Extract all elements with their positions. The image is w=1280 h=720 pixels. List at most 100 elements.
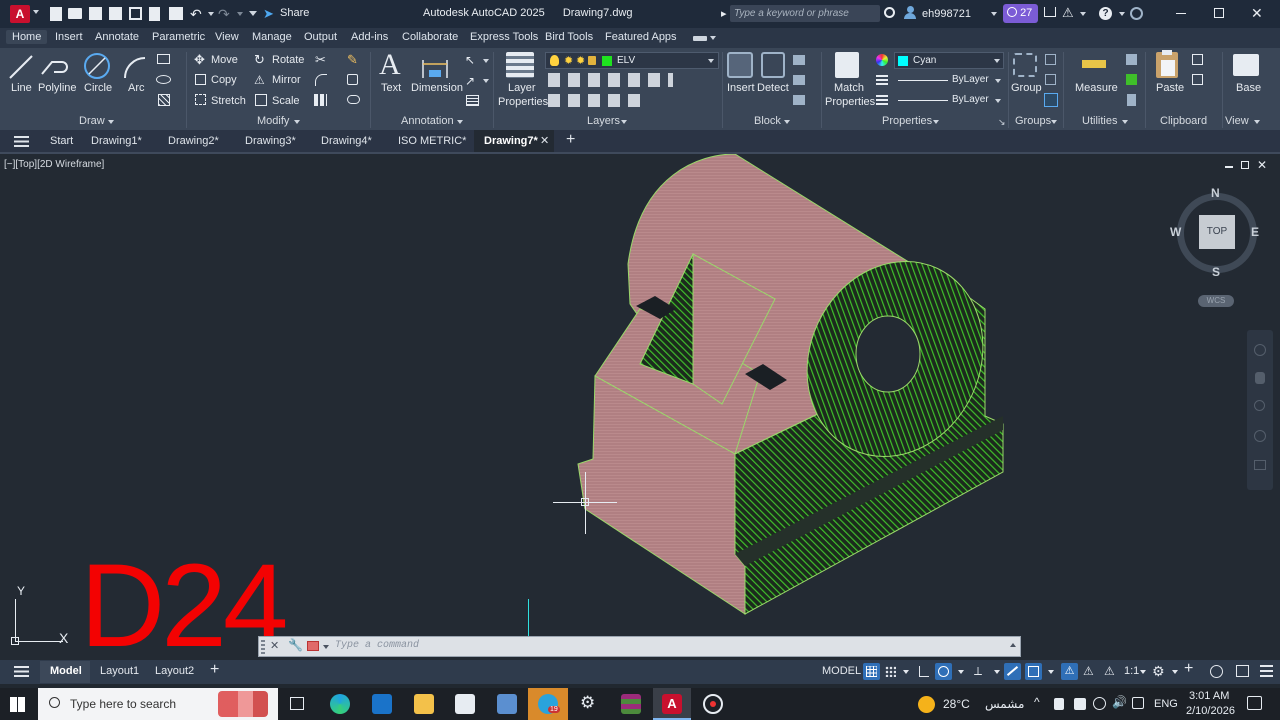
minimize-icon[interactable] xyxy=(1176,13,1186,14)
copy-icon[interactable] xyxy=(195,74,206,85)
volume-icon[interactable]: 🔊 xyxy=(1112,695,1127,709)
clipboard-panel-title[interactable]: Clipboard xyxy=(1160,115,1207,127)
user-icon[interactable] xyxy=(904,6,916,20)
groups-panel-title[interactable]: Groups xyxy=(1015,115,1051,127)
undo-dropdown-icon[interactable] xyxy=(208,12,214,16)
group-edit-icon[interactable] xyxy=(1045,74,1056,85)
grid-icon[interactable] xyxy=(863,663,880,680)
close-icon[interactable]: ✕ xyxy=(1251,5,1263,22)
tab-close-icon[interactable]: ✕ xyxy=(540,134,549,147)
taskbar-search-box[interactable]: Type here to search xyxy=(38,688,278,720)
command-grip-icon[interactable] xyxy=(261,640,265,654)
tab-layout1[interactable]: Layout1 xyxy=(100,665,139,677)
ungroup-icon[interactable] xyxy=(1045,54,1056,65)
stretch-button[interactable]: Stretch xyxy=(211,95,246,107)
orbit-icon[interactable] xyxy=(1254,430,1266,442)
layer-dropdown[interactable]: ✹ ✹ ELV xyxy=(545,52,719,69)
tab-model[interactable]: Model xyxy=(50,665,82,677)
circle-button[interactable]: Circle xyxy=(84,82,112,94)
showmotion-icon[interactable] xyxy=(1254,460,1266,470)
match-properties-button[interactable]: Match xyxy=(834,82,864,94)
language-indicator[interactable]: ENG xyxy=(1154,698,1178,710)
plot-icon[interactable] xyxy=(169,7,183,20)
winrar-icon[interactable] xyxy=(621,694,641,714)
command-recent-icon[interactable] xyxy=(307,641,319,651)
search-globe-icon[interactable] xyxy=(1130,7,1143,20)
notification-center-icon[interactable] xyxy=(1247,696,1262,710)
settings-gear-icon[interactable]: ⚙ xyxy=(580,693,595,713)
annotation-scale-dropdown-icon[interactable] xyxy=(1140,670,1146,674)
dimension-icon[interactable] xyxy=(420,54,450,80)
new-file-icon[interactable] xyxy=(50,7,62,21)
compass-west[interactable]: W xyxy=(1170,225,1181,239)
draw-panel-title[interactable]: Draw xyxy=(79,115,105,127)
tab-insert[interactable]: Insert xyxy=(55,31,83,43)
rectangle-icon[interactable] xyxy=(157,54,170,64)
auto-scale-icon[interactable]: ⚠ xyxy=(1083,664,1094,678)
command-input-placeholder[interactable]: Type a command xyxy=(335,640,419,651)
cut-clip-icon[interactable] xyxy=(1192,74,1203,85)
modify-panel-title[interactable]: Modify xyxy=(257,115,289,127)
help-dropdown-icon[interactable] xyxy=(1119,12,1125,16)
tab-collaborate[interactable]: Collaborate xyxy=(402,31,458,43)
autocad-taskbar-icon[interactable]: A xyxy=(662,694,682,714)
block-attribute-icon[interactable] xyxy=(793,95,805,105)
command-history-icon[interactable] xyxy=(1010,643,1016,647)
polyline-icon[interactable] xyxy=(40,54,70,80)
tray-app1-icon[interactable] xyxy=(1054,698,1064,710)
maximize-icon[interactable] xyxy=(1214,8,1224,18)
undo-icon[interactable]: ↶ xyxy=(190,6,202,23)
ribbon-options-dropdown-icon[interactable] xyxy=(710,36,716,40)
app-menu-chevron-icon[interactable] xyxy=(33,10,39,14)
block-panel-title[interactable]: Block xyxy=(754,115,781,127)
color-dropdown[interactable]: Cyan xyxy=(894,52,1004,69)
tab-drawing1[interactable]: Drawing1* xyxy=(91,135,142,147)
edit-block-icon[interactable] xyxy=(793,75,805,85)
customize-status-icon[interactable] xyxy=(1260,665,1273,677)
open-folder-icon[interactable] xyxy=(68,8,82,19)
polyline-button[interactable]: Polyline xyxy=(38,82,77,94)
quick-select-icon[interactable] xyxy=(1126,54,1137,65)
annotation-panel-title[interactable]: Annotation xyxy=(401,115,454,127)
save-icon[interactable] xyxy=(89,7,102,20)
utilities-panel-title[interactable]: Utilities xyxy=(1082,115,1117,127)
layers-panel-expand-icon[interactable] xyxy=(621,120,627,124)
leader2-icon[interactable]: ↗ xyxy=(465,74,475,88)
ribbon-options-icon[interactable] xyxy=(693,36,707,41)
base-view-icon[interactable] xyxy=(1233,54,1259,76)
add-icon[interactable]: + xyxy=(1184,660,1193,678)
copy-button[interactable]: Copy xyxy=(211,74,237,86)
line-icon[interactable] xyxy=(8,54,34,80)
properties-panel-expand-icon[interactable] xyxy=(933,120,939,124)
array-small-icon[interactable] xyxy=(347,74,358,85)
insert-block-icon[interactable] xyxy=(727,52,753,78)
zoom-icon[interactable] xyxy=(1254,400,1265,411)
group-button[interactable]: Group xyxy=(1011,82,1042,94)
isodraft-dropdown-icon[interactable] xyxy=(994,670,1000,674)
measure-button[interactable]: Measure xyxy=(1075,82,1118,94)
properties-dialog-launcher-icon[interactable]: ↘ xyxy=(998,117,1006,128)
outlook-icon[interactable] xyxy=(372,694,392,714)
rotate-button[interactable]: Rotate xyxy=(272,54,304,66)
viewcube[interactable]: N S E W TOP xyxy=(1170,186,1261,279)
groups-panel-expand-icon[interactable] xyxy=(1051,120,1057,124)
array-icon[interactable] xyxy=(314,94,327,106)
move-icon[interactable]: ✥ xyxy=(194,52,205,68)
share-button[interactable]: Share xyxy=(280,7,309,19)
scale-icon[interactable] xyxy=(255,94,267,106)
new-tab-plus-icon[interactable]: + xyxy=(566,131,575,149)
search-expand-icon[interactable]: ▸ xyxy=(721,7,727,20)
command-close-icon[interactable]: ✕ xyxy=(270,639,279,652)
utilities-panel-expand-icon[interactable] xyxy=(1122,120,1128,124)
workspace-gear-icon[interactable]: ⚙ xyxy=(1152,663,1165,680)
scale-button[interactable]: Scale xyxy=(272,95,300,107)
tab-output[interactable]: Output xyxy=(304,31,337,43)
file-tabs-menu-icon[interactable] xyxy=(14,136,29,147)
clock-time[interactable]: 3:01 AM xyxy=(1189,690,1229,702)
paste-button[interactable]: Paste xyxy=(1156,82,1184,94)
tab-drawing4[interactable]: Drawing4* xyxy=(321,135,372,147)
mirror-button[interactable]: Mirror xyxy=(272,74,301,86)
compass-east[interactable]: E xyxy=(1251,225,1259,239)
arc-button[interactable]: Arc xyxy=(128,82,145,94)
remote-desktop-icon[interactable] xyxy=(497,694,517,714)
